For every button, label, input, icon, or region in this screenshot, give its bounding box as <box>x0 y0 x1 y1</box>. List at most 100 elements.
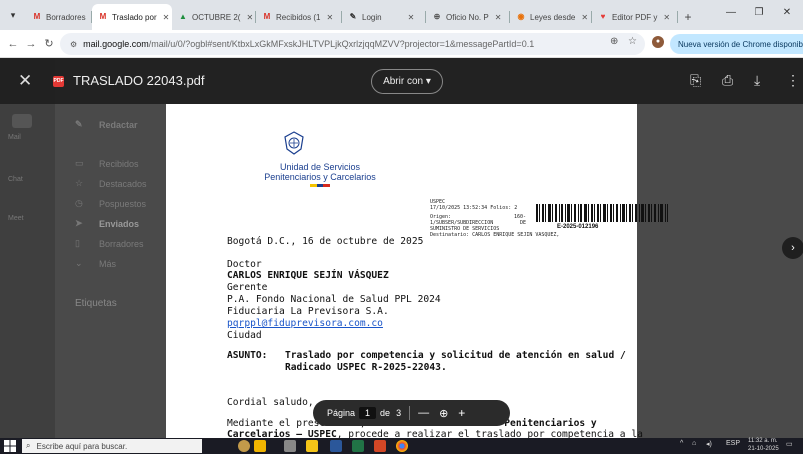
tab-search-icon[interactable]: ▾ <box>0 0 26 30</box>
nav-mas[interactable]: ⌄ Más <box>75 258 116 269</box>
leyes-icon: ◉ <box>517 12 525 21</box>
file-explorer-icon[interactable] <box>306 440 318 452</box>
volume-icon[interactable]: ◂) <box>706 440 712 448</box>
tab-label: Traslado por <box>112 12 157 22</box>
nav-label: Borradores <box>99 238 144 249</box>
tab-oficio[interactable]: ⊕ Oficio No. P ✕ <box>426 4 510 30</box>
recipient-email-link[interactable]: pqrppl@fiduprevisora.com.co <box>227 318 383 329</box>
add-to-drive-icon[interactable]: ⎘ <box>690 72 701 89</box>
colombia-seal-icon <box>284 131 304 155</box>
gmail-nav: ✎ Redactar ▭ Recibidos ☆ Destacados ◷ Pospue… <box>55 58 165 438</box>
stamp-line: Destinatario: CARLOS ENRIQUE SEJIN VASQU… <box>430 232 560 238</box>
update-label: Nueva versión de Chrome disponible <box>678 39 803 49</box>
close-icon[interactable]: ✕ <box>326 13 333 22</box>
minimize-icon[interactable]: — <box>718 0 744 24</box>
pinned-app-icon[interactable] <box>254 440 266 452</box>
close-icon[interactable]: ✕ <box>408 13 415 22</box>
clock-date[interactable]: 21-10-2025 <box>748 446 779 452</box>
print-icon[interactable]: ⎙ <box>722 72 733 89</box>
url-path: /mail/u/0/?ogbl#sent/KtbxLxGkMFxskJHLTVP… <box>148 39 535 49</box>
network-icon[interactable]: ⌂ <box>692 440 696 447</box>
browser-tab-strip: ▾ M Borradores ✕ M Traslado por ✕ ▲ OCTU… <box>0 0 803 30</box>
subject-line: Radicado USPEC R-2025-22043. <box>285 362 447 373</box>
windows-start-icon[interactable] <box>4 440 16 452</box>
page-number-input[interactable]: 1 <box>359 407 377 419</box>
recipient-name: CARLOS ENRIQUE SEJÍN VÁSQUEZ <box>227 270 389 281</box>
radicado-number: E-2025-012196 <box>557 224 599 230</box>
rail-chat-label: Chat <box>8 176 23 183</box>
next-attachment-button[interactable]: › <box>782 237 803 259</box>
tab-label: Editor PDF y <box>612 12 658 22</box>
page-total: 3 <box>396 408 402 418</box>
nav-destacados[interactable]: ☆ Destacados <box>75 178 147 189</box>
excel-icon[interactable] <box>352 440 364 452</box>
mail-icon[interactable] <box>12 114 32 128</box>
pdf-viewer-toolbar: ✕ PDF TRASLADO 22043.pdf Abrir con ▾ ⎘ ⎙… <box>0 58 803 104</box>
page-label: Página <box>327 408 356 418</box>
tab-borradores[interactable]: M Borradores ✕ <box>26 4 92 30</box>
tab-login[interactable]: ✎ Login ✕ <box>342 4 426 30</box>
forward-icon[interactable]: → <box>22 38 40 50</box>
tab-label: Borradores <box>46 12 86 22</box>
close-window-icon[interactable]: ✕ <box>774 0 800 24</box>
back-icon[interactable]: ← <box>4 38 22 50</box>
reload-icon[interactable]: ↻ <box>40 37 58 50</box>
nav-borradores[interactable]: ▯ Borradores <box>75 238 144 249</box>
download-icon[interactable]: ⤓ <box>754 72 760 89</box>
recipient-org: Fiduciaria La Previsora S.A. <box>227 306 389 317</box>
gmail-icon: M <box>263 12 271 21</box>
chrome-icon[interactable] <box>396 440 408 452</box>
tab-leyes[interactable]: ◉ Leyes desde ✕ <box>510 4 592 30</box>
zoom-icon[interactable]: ⊕ <box>610 36 618 47</box>
divider <box>409 406 411 420</box>
pinned-app-icon[interactable] <box>238 440 250 452</box>
nav-enviados[interactable]: ➤ Enviados <box>75 218 139 229</box>
tab-octubre[interactable]: ▲ OCTUBRE 2( ✕ <box>172 4 256 30</box>
powerpoint-icon[interactable] <box>374 440 386 452</box>
nav-recibidos[interactable]: ▭ Recibidos <box>75 158 139 169</box>
page-controls: Página 1 de 3 — ⊕ + <box>313 400 510 426</box>
star-icon[interactable]: ☆ <box>628 36 637 47</box>
star-icon: ☆ <box>75 178 84 188</box>
close-icon[interactable]: ✕ <box>18 71 32 91</box>
draft-icon: ▯ <box>75 238 80 248</box>
calculator-icon[interactable] <box>284 440 296 452</box>
zoom-in-button[interactable]: + <box>458 406 465 420</box>
url-omnibox[interactable]: ⚙ mail.google.com/mail/u/0/?ogbl#sent/Kt… <box>60 33 645 55</box>
clock-time[interactable]: 11:32 a. m. <box>748 438 778 444</box>
close-icon[interactable]: ✕ <box>495 13 502 22</box>
close-icon[interactable]: ✕ <box>163 13 170 22</box>
new-tab-button[interactable]: + <box>678 4 698 30</box>
zoom-out-button[interactable]: — <box>418 407 429 419</box>
recipient-title: Doctor <box>227 259 262 270</box>
site-info-icon[interactable]: ⚙ <box>70 40 77 49</box>
avatar[interactable]: ● <box>652 36 664 48</box>
nav-label: Más <box>99 258 117 269</box>
more-options-icon[interactable]: ⋮ <box>786 72 800 89</box>
nav-label: Pospuestos <box>99 198 147 209</box>
word-icon[interactable] <box>330 440 342 452</box>
open-with-button[interactable]: Abrir con ▾ <box>371 69 443 94</box>
tab-recibidos[interactable]: M Recibidos (1 ✕ <box>256 4 342 30</box>
recipient-role: Gerente <box>227 282 268 293</box>
tab-editor-pdf[interactable]: ♥ Editor PDF y ✕ <box>592 4 678 30</box>
zoom-icon[interactable]: ⊕ <box>439 407 448 420</box>
subject-label: ASUNTO: <box>227 350 268 361</box>
gmail-app-rail: Mail Chat Meet <box>0 58 55 438</box>
maximize-icon[interactable]: ❐ <box>746 0 772 24</box>
tab-label: Recibidos (1 <box>276 12 321 22</box>
chrome-update-button[interactable]: Nueva versión de Chrome disponible <box>670 34 803 54</box>
close-icon[interactable]: ✕ <box>246 13 253 22</box>
tray-chevron-icon[interactable]: ^ <box>680 440 683 447</box>
close-icon[interactable]: ✕ <box>663 13 670 22</box>
notifications-icon[interactable]: ▭ <box>786 440 793 448</box>
recipient-city: Ciudad <box>227 330 262 341</box>
compose-button[interactable]: ✎ Redactar <box>75 119 138 130</box>
language-indicator[interactable]: ESP <box>726 440 740 447</box>
close-icon[interactable]: ✕ <box>581 13 588 22</box>
greeting: Cordial saludo, <box>227 397 314 408</box>
taskbar-search-input[interactable]: ⌕ Escribe aquí para buscar. <box>22 439 202 453</box>
login-icon: ✎ <box>349 12 357 21</box>
tab-traslado[interactable]: M Traslado por ✕ <box>92 4 172 30</box>
nav-pospuestos[interactable]: ◷ Pospuestos <box>75 198 146 209</box>
